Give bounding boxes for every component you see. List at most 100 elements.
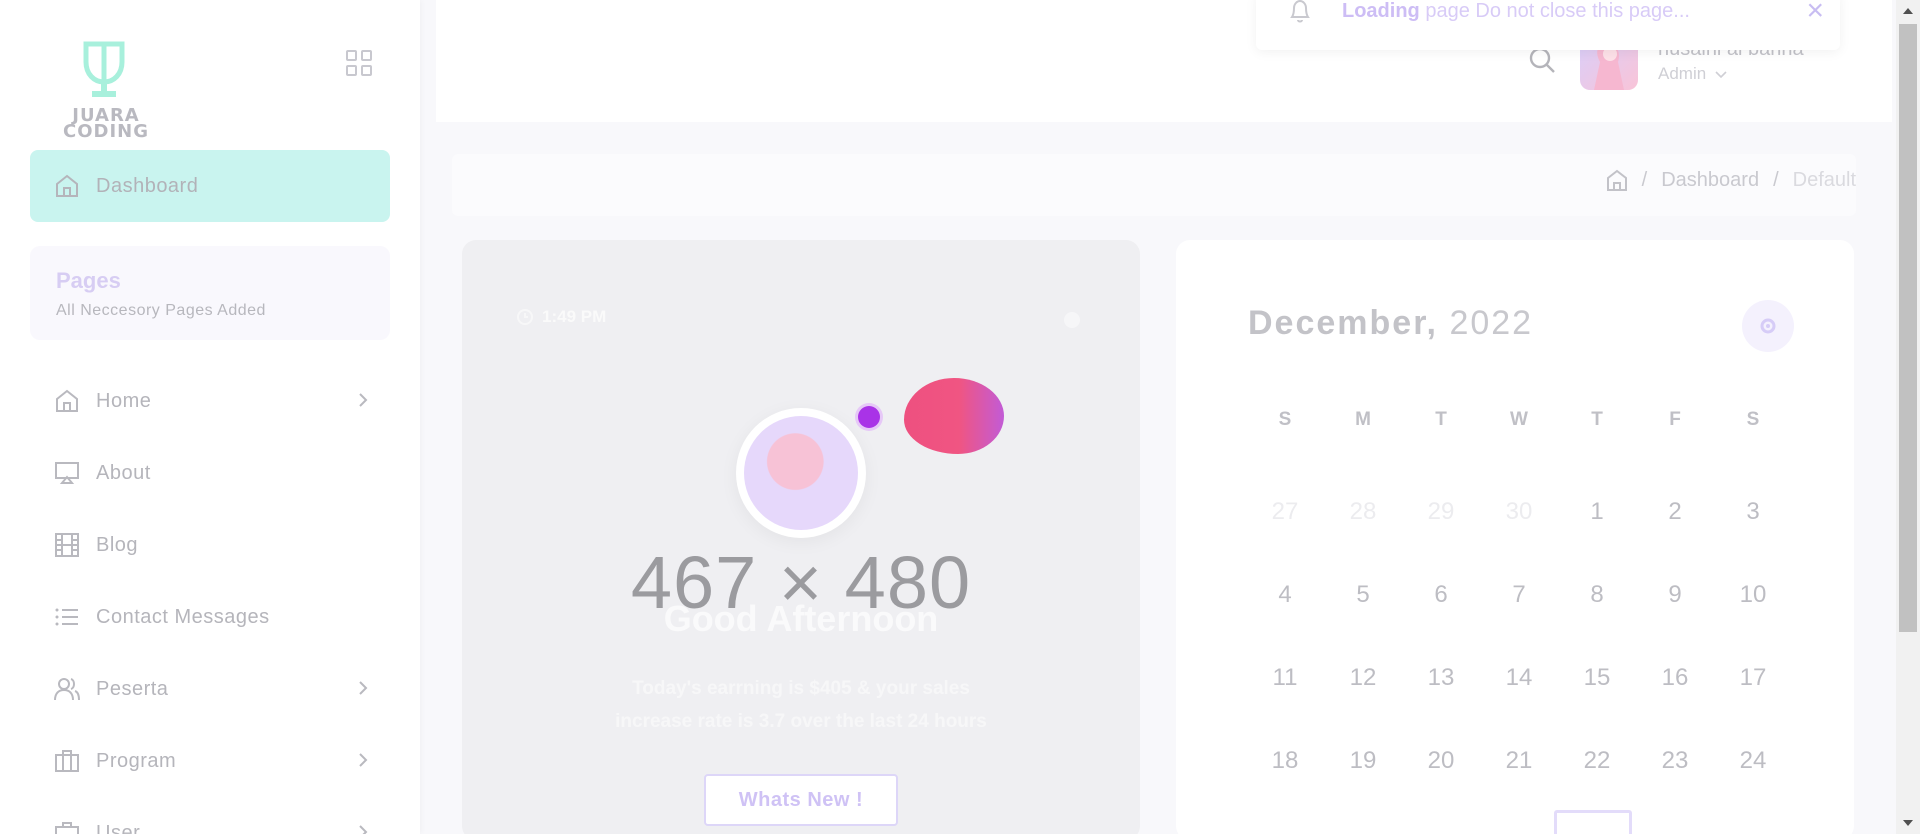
calendar-day[interactable]: 22 [1558,719,1636,802]
grid-menu-icon[interactable] [346,50,374,78]
sidebar-item-peserta[interactable]: Peserta [30,664,390,714]
calendar-day[interactable]: 5 [1324,553,1402,636]
calendar-day[interactable]: 4 [1246,553,1324,636]
sidebar: JUARA CODING Dashboard Pages All Necceso… [0,0,420,834]
calendar-settings-button[interactable] [1742,300,1794,352]
calendar-day[interactable]: 29 [1402,470,1480,553]
sidebar-item-label: User [96,821,141,834]
loading-toast: Loading page Do not close this page... × [1256,0,1840,50]
chevron-right-icon [359,681,368,695]
calendar-day[interactable]: 3 [1714,470,1792,553]
welcome-card: 1:49 PM 467 × 480 Good Afternoon Today's… [462,240,1140,834]
calendar-day[interactable]: 10 [1714,553,1792,636]
sidebar-item-about[interactable]: About [30,448,390,498]
search-icon[interactable] [1528,46,1556,74]
calendar-day[interactable]: 15 [1558,636,1636,719]
calendar-day[interactable]: 23 [1636,719,1714,802]
scroll-down-icon[interactable] [1903,820,1913,826]
calendar-day[interactable]: 30 [1480,470,1558,553]
calendar-day[interactable]: 16 [1636,636,1714,719]
calendar-weekdays: S M T W T F S [1246,400,1792,470]
calendar-title: December, 2022 [1248,304,1533,343]
calendar-day[interactable]: 14 [1480,636,1558,719]
users-icon [54,678,80,701]
breadcrumb-dashboard[interactable]: Dashboard [1661,169,1759,192]
toast-message: Loading page Do not close this page... [1342,0,1690,23]
briefcase-icon [55,822,79,834]
logo-text: JUARA CODING [50,107,162,142]
sidebar-item-user[interactable]: User [30,808,390,834]
sidebar-item-label: Contact Messages [96,605,270,628]
chevron-right-icon [359,393,368,407]
sidebar-item-program[interactable]: Program [30,736,390,786]
weekday-label: F [1669,409,1681,430]
breadcrumb: / Dashboard / Default [1606,168,1856,192]
decorative-dot [858,406,880,428]
calendar-week: 11 12 13 14 15 16 17 [1246,636,1792,719]
calendar-day[interactable]: 19 [1324,719,1402,802]
earning-line1: Today's earrning is $405 & your sales [632,678,970,699]
sidebar-item-home[interactable]: Home [30,376,390,426]
calendar-day[interactable]: 17 [1714,636,1792,719]
welcome-illustration [736,408,866,538]
scroll-thumb[interactable] [1899,24,1917,632]
logo-line2: CODING [63,121,149,142]
close-icon[interactable]: × [1806,0,1824,26]
briefcase-icon [55,750,79,772]
toast-bold: Loading [1342,0,1420,22]
chevron-right-icon [359,825,368,834]
brand-logo[interactable]: JUARA CODING [48,40,162,144]
app-root: JUARA CODING Dashboard Pages All Necceso… [0,0,1920,834]
calendar-day[interactable]: 8 [1558,553,1636,636]
calendar-day[interactable]: 12 [1324,636,1402,719]
calendar-card: December, 2022 S M T W T F S 27 28 29 30… [1176,240,1854,834]
calendar-day[interactable]: 2 [1636,470,1714,553]
home-icon [56,389,78,412]
calendar-day[interactable]: 7 [1480,553,1558,636]
calendar-day[interactable]: 21 [1480,719,1558,802]
list-icon [55,608,78,626]
sidebar-item-label: Peserta [96,677,169,700]
home-icon [56,174,78,197]
calendar-week: 27 28 29 30 1 2 3 [1246,470,1792,553]
calendar-day[interactable]: 28 [1324,470,1402,553]
trophy-icon [83,41,125,97]
calendar-day[interactable]: 18 [1246,719,1324,802]
scroll-up-icon[interactable] [1903,8,1913,14]
calendar-day[interactable]: 6 [1402,553,1480,636]
breadcrumb-bar: / Dashboard / Default [452,154,1856,216]
earning-text: Today's earrning is $405 & your sales in… [572,672,1030,738]
calendar-week: 18 19 20 21 22 23 24 [1246,719,1792,802]
calendar-day[interactable]: 11 [1246,636,1324,719]
breadcrumb-default: Default [1792,168,1856,191]
sidebar-item-blog[interactable]: Blog [30,520,390,570]
calendar-day[interactable]: 27 [1246,470,1324,553]
illustration-girl-icon [744,416,858,530]
page-scrollbar[interactable] [1896,0,1920,834]
sidebar-item-dashboard[interactable]: Dashboard [30,150,390,222]
sidebar-item-contact-messages[interactable]: Contact Messages [30,592,390,642]
calendar-day[interactable]: 9 [1636,553,1714,636]
calendar-day[interactable]: 13 [1402,636,1480,719]
settings-icon[interactable] [1064,312,1080,328]
weekday-label: T [1591,409,1603,430]
calendar-grid: S M T W T F S 27 28 29 30 1 2 3 4 5 6 7 … [1246,400,1792,802]
whats-new-button[interactable]: Whats New ! [704,774,898,826]
breadcrumb-separator: / [1773,168,1779,191]
pages-subtitle: All Neccesory Pages Added [56,302,266,319]
weekday-label: M [1355,409,1371,430]
sidebar-item-label: Dashboard [96,174,199,197]
home-icon[interactable] [1606,168,1628,192]
calendar-week: 4 5 6 7 8 9 10 [1246,553,1792,636]
bell-icon [1290,0,1310,23]
calendar-month: December, [1248,304,1438,342]
greeting-title: Good Afternoon [663,598,939,639]
chevron-down-icon [1715,71,1727,79]
weekday-label: T [1435,409,1447,430]
monitor-icon [55,462,79,484]
calendar-day[interactable]: 24 [1714,719,1792,802]
calendar-day[interactable]: 20 [1402,719,1480,802]
weekday-label: S [1278,409,1292,430]
user-role-dropdown[interactable]: Admin [1658,64,1727,84]
calendar-day[interactable]: 1 [1558,470,1636,553]
